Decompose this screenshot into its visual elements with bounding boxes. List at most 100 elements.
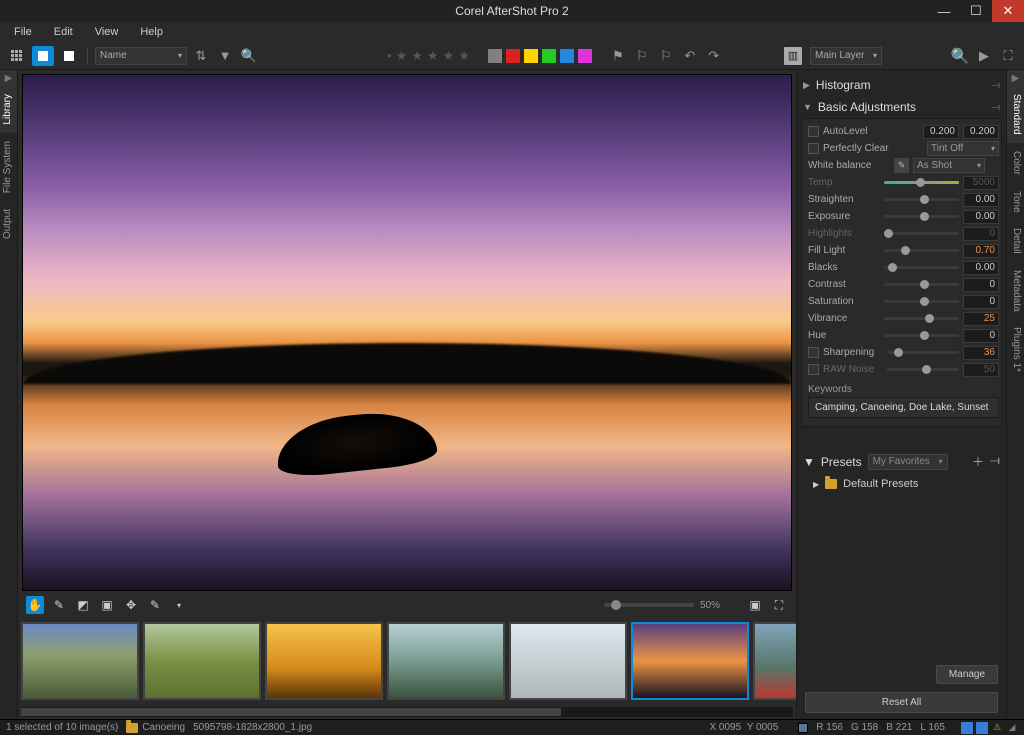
straighten-val[interactable]: 0.00 [963,193,999,207]
status-warn-icon[interactable]: ⚠ [991,722,1003,734]
rawnoise-check[interactable] [808,364,819,375]
image-viewer[interactable] [22,74,792,591]
keywords-field[interactable]: Camping, Canoeing, Doe Lake, Sunset [808,397,999,418]
sort-select[interactable]: Name▾ [95,47,187,65]
redo-button[interactable]: ↷ [704,46,724,66]
status-resize-icon[interactable]: ◢ [1006,722,1018,734]
autolevel-check[interactable] [808,126,819,137]
menu-help[interactable]: Help [130,24,173,40]
presets-combo[interactable]: My Favorites▾ [868,454,948,470]
label-green[interactable] [542,49,556,63]
star-2[interactable]: ★ [411,48,423,64]
exposure-slider[interactable] [884,215,959,218]
blacks-val[interactable]: 0.00 [963,261,999,275]
clear-rating-button[interactable]: • [387,48,392,63]
pan-tool[interactable]: ✋ [26,596,44,614]
label-blue[interactable] [560,49,574,63]
right-tab-tone[interactable]: Tone [1007,183,1024,221]
left-tab-output[interactable]: Output [0,201,17,247]
add-preset-button[interactable]: ＋ [972,453,984,470]
perfectly-clear-check[interactable] [808,143,819,154]
white-balance-combo[interactable]: As Shot▾ [913,158,985,173]
crop-tool[interactable]: ◩ [74,596,92,614]
basic-adjust-header[interactable]: ▼Basic Adjustments⟞ [801,96,1002,118]
region-tool[interactable]: ▣ [98,596,116,614]
view-image-button[interactable] [32,46,54,66]
slideshow-button[interactable]: ▶ [974,46,994,66]
thumbnail[interactable] [265,622,383,700]
rawnoise-slider[interactable] [887,368,959,371]
right-tab-plugins[interactable]: Plugins 1* [1007,319,1024,380]
flag-button[interactable]: ⚑ [608,46,628,66]
undo-button[interactable]: ↶ [680,46,700,66]
brush-tool[interactable]: ✎ [146,596,164,614]
maximize-button[interactable]: ☐ [960,0,992,22]
filmstrip-scrollbar[interactable] [21,707,793,717]
reject-button[interactable]: ⚐ [656,46,676,66]
tool-dropdown[interactable]: ▾ [170,596,188,614]
preset-default[interactable]: ▶ Default Presets [801,474,1002,494]
right-tab-detail[interactable]: Detail [1007,220,1024,262]
star-5[interactable]: ★ [458,48,470,64]
close-button[interactable]: ✕ [992,0,1024,22]
sharpening-check[interactable] [808,347,819,358]
star-4[interactable]: ★ [443,48,455,64]
magnify-button[interactable]: 🔍 [950,46,970,66]
saturation-slider[interactable] [884,300,959,303]
preset-pin[interactable]: ⟞ [990,453,1000,470]
label-grey[interactable] [488,49,502,63]
vibrance-val[interactable]: 25 [963,312,999,326]
zoom-slider[interactable] [604,603,694,607]
actual-size-button[interactable]: ⛶ [770,596,788,614]
menu-file[interactable]: File [4,24,42,40]
fill-val[interactable]: 0.70 [963,244,999,258]
filter-button[interactable]: ▼ [215,46,235,66]
autolevel-val1[interactable]: 0.200 [923,125,959,139]
reset-all-button[interactable]: Reset All [805,692,998,713]
wb-picker-button[interactable]: ✎ [894,158,909,173]
status-folder[interactable]: Canoeing [126,722,185,733]
right-tab-metadata[interactable]: Metadata [1007,262,1024,320]
perfectly-clear-combo[interactable]: Tint Off▾ [927,141,999,156]
manage-button[interactable]: Manage [936,665,998,684]
contrast-val[interactable]: 0 [963,278,999,292]
left-tab-filesystem[interactable]: File System [0,133,17,201]
presets-header[interactable]: ▼ Presets My Favorites▾ ＋ ⟞ [801,449,1002,474]
layer-select[interactable]: Main Layer▾ [810,47,882,65]
left-tab-library[interactable]: Library [0,86,17,133]
star-1[interactable]: ★ [396,48,408,64]
histogram-header[interactable]: ▶Histogram⟞ [801,74,1002,96]
minimize-button[interactable]: — [928,0,960,22]
thumbnail[interactable] [509,622,627,700]
temp-slider[interactable] [884,181,959,184]
thumbnail[interactable] [387,622,505,700]
label-yellow[interactable] [524,49,538,63]
wb-picker-tool[interactable]: ✎ [50,596,68,614]
unflag-button[interactable]: ⚐ [632,46,652,66]
straighten-slider[interactable] [884,198,959,201]
fit-button[interactable]: ▣ [746,596,764,614]
view-grid-button[interactable] [6,46,28,66]
label-red[interactable] [506,49,520,63]
right-tab-color[interactable]: Color [1007,143,1024,183]
view-split-button[interactable] [58,46,80,66]
hue-val[interactable]: 0 [963,329,999,343]
star-3[interactable]: ★ [427,48,439,64]
fill-slider[interactable] [884,249,959,252]
sharpening-slider[interactable] [887,351,959,354]
sort-direction-button[interactable]: ⇅ [191,46,211,66]
thumbnail[interactable] [21,622,139,700]
status-icon-2[interactable] [976,722,988,734]
saturation-val[interactable]: 0 [963,295,999,309]
blacks-slider[interactable] [884,266,959,269]
search-button[interactable]: 🔍 [239,46,259,66]
status-icon-1[interactable] [961,722,973,734]
vibrance-slider[interactable] [884,317,959,320]
contrast-slider[interactable] [884,283,959,286]
thumbnail[interactable] [631,622,749,700]
sharpening-val[interactable]: 36 [963,346,999,360]
thumbnail[interactable] [753,622,796,700]
thumbnail[interactable] [143,622,261,700]
exposure-val[interactable]: 0.00 [963,210,999,224]
menu-view[interactable]: View [85,24,129,40]
